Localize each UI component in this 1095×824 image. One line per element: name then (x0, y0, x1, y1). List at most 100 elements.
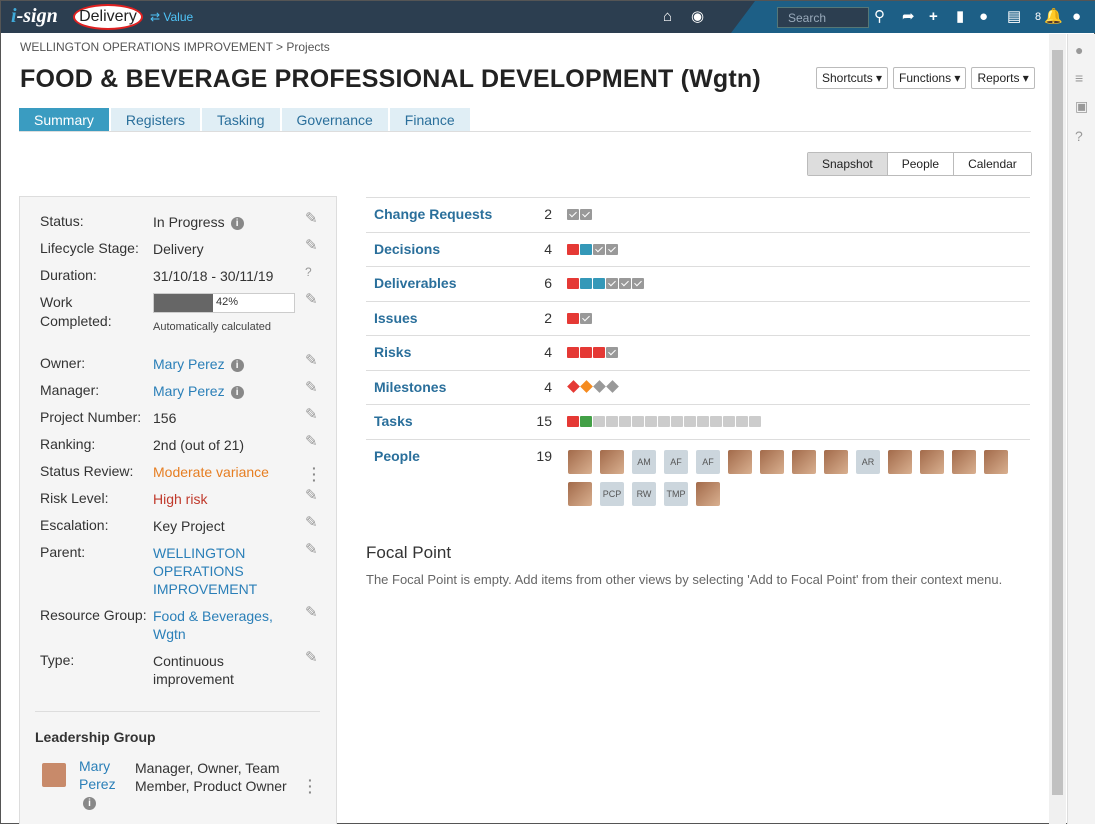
status-chip[interactable] (580, 278, 592, 289)
edit-pencil-icon[interactable]: ✎ (305, 209, 318, 227)
tab-registers[interactable]: Registers (110, 108, 201, 132)
search-icon[interactable]: ⚲ (874, 8, 885, 26)
tab-summary[interactable]: Summary (19, 108, 109, 132)
leader-name[interactable]: Mary Perez i (79, 757, 129, 811)
edit-pencil-icon[interactable]: ✎ (305, 486, 318, 504)
status-chip[interactable] (593, 416, 605, 427)
scrollbar-thumb[interactable] (1052, 50, 1063, 795)
status-chip[interactable] (632, 416, 644, 427)
edit-pencil-icon[interactable]: ✎ (305, 405, 318, 423)
register-link[interactable]: Change Requests (374, 206, 492, 222)
status-chip[interactable] (632, 278, 644, 289)
add-icon[interactable]: + (929, 8, 938, 26)
functions-button[interactable]: Functions ▾ (893, 67, 967, 89)
status-chip[interactable] (606, 347, 618, 358)
view-snapshot[interactable]: Snapshot (808, 153, 887, 175)
status-chip[interactable] (606, 278, 618, 289)
resource-group-value[interactable]: Food & Beverages, Wgtn (153, 607, 278, 643)
status-chip[interactable] (749, 416, 761, 427)
milestone-diamond[interactable] (580, 379, 593, 393)
comment-icon[interactable]: ● (1075, 42, 1083, 58)
milestone-diamond[interactable] (606, 379, 619, 393)
bell-icon[interactable]: 🔔 (1044, 8, 1063, 26)
status-chip[interactable] (580, 347, 592, 358)
avatar[interactable] (888, 449, 912, 474)
register-link[interactable]: Issues (374, 310, 418, 326)
avatar[interactable] (760, 449, 784, 474)
owner-value[interactable]: Mary Perez i (153, 355, 293, 373)
avatar[interactable] (568, 449, 592, 474)
lock-icon[interactable]: ▣ (1075, 98, 1088, 115)
avatar[interactable]: AF (696, 449, 720, 474)
status-chip[interactable] (619, 416, 631, 427)
edit-pencil-icon[interactable]: ✎ (305, 378, 318, 396)
status-chip[interactable] (580, 209, 592, 220)
breadcrumb[interactable]: WELLINGTON OPERATIONS IMPROVEMENT > Proj… (20, 40, 330, 54)
mode-selector[interactable]: Delivery (73, 4, 143, 30)
status-chip[interactable] (580, 416, 592, 427)
avatar[interactable] (952, 449, 976, 474)
more-options-icon[interactable]: · · · (308, 773, 313, 799)
milestone-diamond[interactable] (567, 379, 580, 393)
edit-pencil-icon[interactable]: ✎ (305, 290, 318, 308)
info-icon[interactable]: i (83, 797, 96, 810)
avatar[interactable] (792, 449, 816, 474)
avatar[interactable] (42, 763, 66, 787)
status-chip[interactable] (567, 347, 579, 358)
avatar[interactable] (568, 481, 592, 506)
status-chip[interactable] (671, 416, 683, 427)
register-link[interactable]: Risks (374, 344, 411, 360)
avatar[interactable]: PCP (600, 481, 624, 506)
avatar[interactable] (824, 449, 848, 474)
register-link[interactable]: Decisions (374, 241, 440, 257)
status-chip[interactable] (697, 416, 709, 427)
status-chip[interactable] (567, 416, 579, 427)
manager-value[interactable]: Mary Perez i (153, 382, 293, 400)
status-chip[interactable] (658, 416, 670, 427)
home-icon[interactable]: ⌂ (663, 8, 672, 26)
edit-pencil-icon[interactable]: ✎ (305, 648, 318, 666)
avatar[interactable]: TMP (664, 481, 688, 506)
document-icon[interactable]: ▤ (1007, 8, 1021, 26)
avatar[interactable]: AF (664, 449, 688, 474)
status-chip[interactable] (684, 416, 696, 427)
avatar[interactable] (984, 449, 1008, 474)
help-icon[interactable]: ? (305, 265, 312, 279)
avatar[interactable] (696, 481, 720, 506)
avatar[interactable] (920, 449, 944, 474)
comment-icon[interactable]: ● (979, 8, 988, 26)
status-chip[interactable] (736, 416, 748, 427)
milestone-diamond[interactable] (593, 379, 606, 393)
info-icon[interactable]: i (230, 386, 244, 399)
status-chip[interactable] (645, 416, 657, 427)
edit-pencil-icon[interactable]: ✎ (305, 540, 318, 558)
status-chip[interactable] (606, 416, 618, 427)
status-chip[interactable] (580, 243, 592, 255)
search-input[interactable]: Search (777, 7, 869, 28)
bookmark-icon[interactable]: ▮ (956, 8, 964, 26)
register-link[interactable]: Tasks (374, 413, 413, 429)
status-chip[interactable] (567, 243, 579, 255)
status-chip[interactable] (593, 347, 605, 358)
tab-tasking[interactable]: Tasking (202, 108, 280, 132)
register-link[interactable]: People (374, 448, 420, 464)
status-chip[interactable] (567, 209, 579, 220)
status-chip[interactable] (593, 278, 605, 289)
status-chip[interactable] (710, 416, 722, 427)
more-options-icon[interactable]: · · · (312, 461, 317, 487)
info-icon[interactable]: i (230, 359, 244, 372)
app-logo[interactable]: i-sign (11, 5, 58, 28)
avatar[interactable] (728, 449, 752, 474)
edit-pencil-icon[interactable]: ✎ (305, 351, 318, 369)
avatar[interactable]: AM (632, 449, 656, 474)
globe-icon[interactable]: ◉ (691, 8, 704, 26)
shortcuts-button[interactable]: Shortcuts ▾ (816, 67, 889, 89)
register-link[interactable]: Deliverables (374, 275, 457, 291)
vertical-scrollbar[interactable] (1049, 34, 1066, 824)
tab-finance[interactable]: Finance (389, 108, 470, 132)
avatar[interactable]: RW (632, 481, 656, 506)
status-chip[interactable] (619, 278, 631, 289)
status-chip[interactable] (580, 312, 592, 324)
edit-pencil-icon[interactable]: ✎ (305, 513, 318, 531)
status-chip[interactable] (567, 312, 579, 324)
